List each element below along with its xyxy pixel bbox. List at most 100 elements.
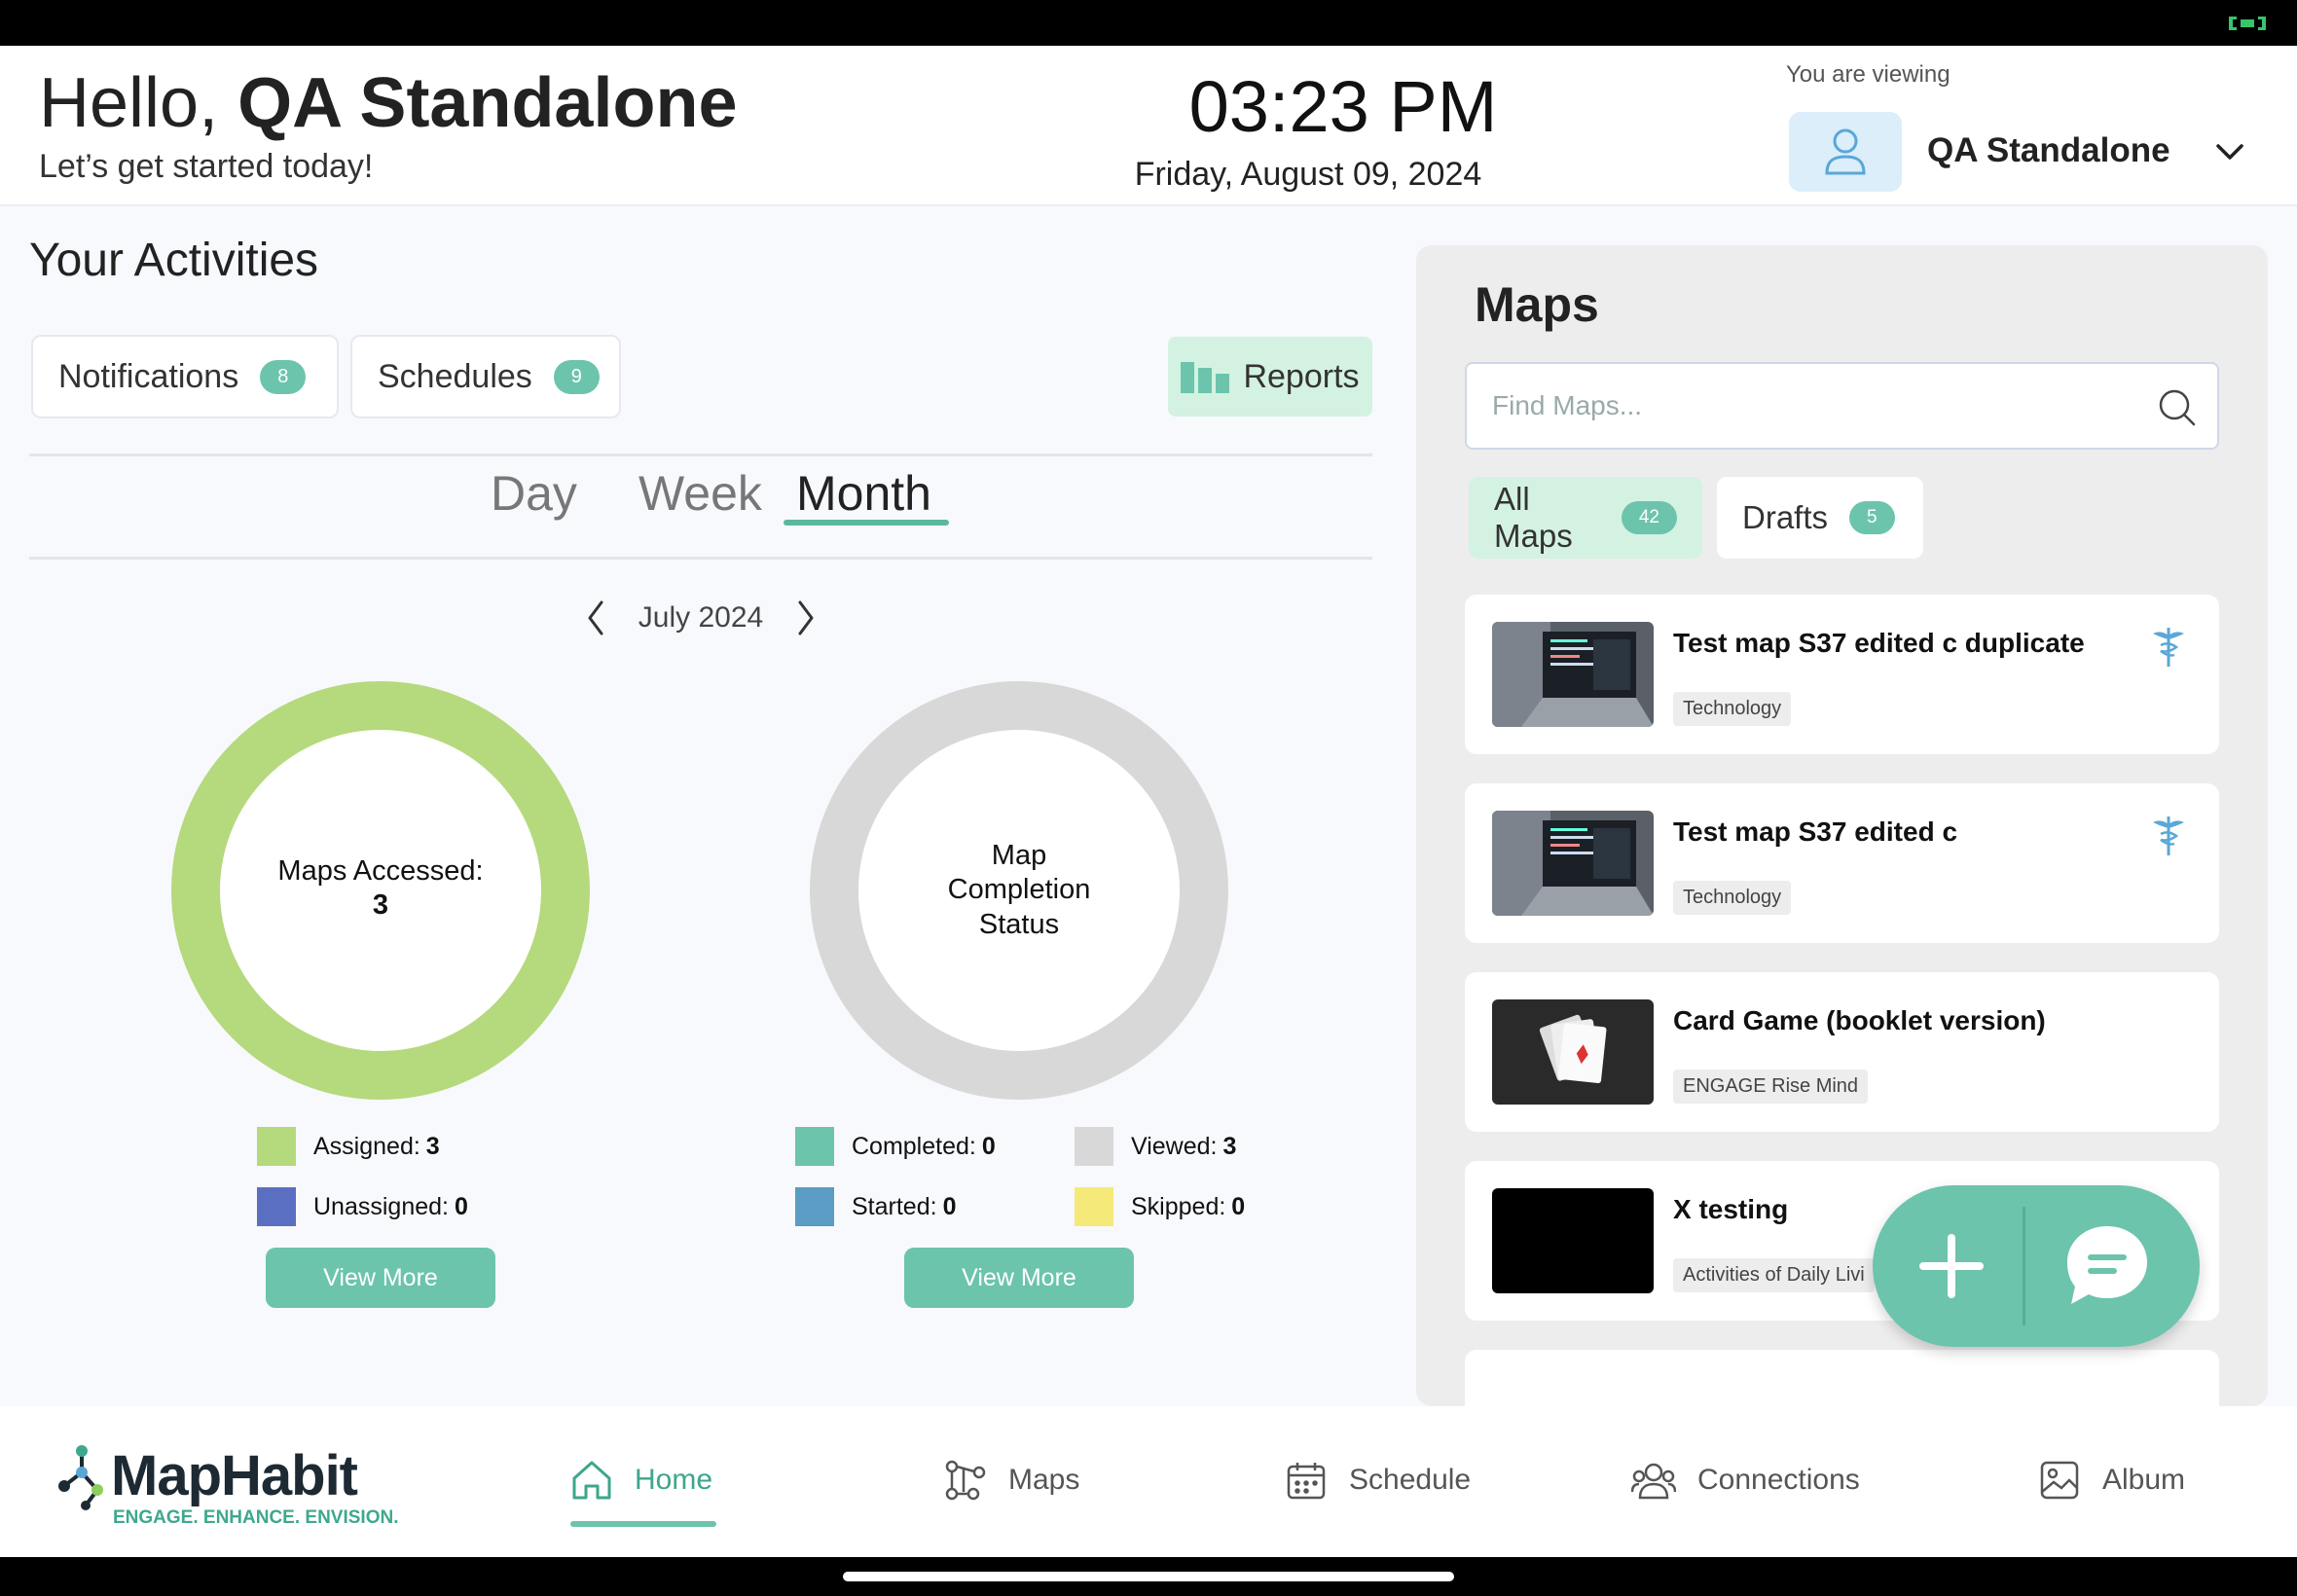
nav-maps[interactable]: Maps <box>944 1459 1079 1502</box>
legend-value: 0 <box>981 1132 996 1160</box>
logo-network-icon <box>58 1445 103 1510</box>
tab-drafts-label: Drafts <box>1742 499 1829 535</box>
search-icon[interactable] <box>2157 387 2198 428</box>
legend-completed: Completed: 0 <box>795 1127 996 1166</box>
nav-schedule[interactable]: Schedule <box>1285 1459 1471 1502</box>
active-nav-indicator <box>570 1521 716 1527</box>
maps-title: Maps <box>1475 277 1599 332</box>
schedules-chip[interactable]: Schedules 9 <box>350 335 621 418</box>
legend-swatch <box>1075 1187 1113 1226</box>
maps-icon <box>945 1460 986 1501</box>
view-more-button[interactable]: View More <box>904 1248 1134 1308</box>
legend-label: Viewed: <box>1131 1132 1218 1160</box>
map-card[interactable] <box>1465 1350 2219 1406</box>
map-thumbnail <box>1492 811 1654 916</box>
search-input[interactable]: Find Maps... <box>1465 362 2219 450</box>
notifications-label: Notifications <box>58 357 239 395</box>
month-navigator: July 2024 <box>584 594 818 642</box>
tab-week[interactable]: Week <box>638 465 762 522</box>
reports-label: Reports <box>1243 357 1360 395</box>
header: Hello, QA Standalone Let’s get started t… <box>0 46 2297 206</box>
map-card-tag: Activities of Daily Livi <box>1673 1258 1875 1292</box>
reports-button[interactable]: Reports <box>1168 337 1372 417</box>
map-card-tag: Technology <box>1673 692 1792 726</box>
maphabit-logo: MapHabit ENGAGE. ENHANCE. ENVISION. <box>56 1443 399 1528</box>
legend-value: 3 <box>1222 1132 1237 1160</box>
nav-home[interactable]: Home <box>570 1459 712 1502</box>
map-card-title: Test map S37 edited c duplicate <box>1673 628 2085 658</box>
map-card-tag: Technology <box>1673 881 1792 915</box>
brand-tagline: ENGAGE. ENHANCE. ENVISION. <box>113 1507 399 1528</box>
legend-assigned: Assigned: 3 <box>257 1127 440 1166</box>
calendar-icon <box>1287 1463 1326 1500</box>
search-placeholder: Find Maps... <box>1492 390 1643 420</box>
tab-day[interactable]: Day <box>491 465 577 522</box>
legend-label: Skipped: <box>1131 1192 1226 1220</box>
map-card-title: X testing <box>1673 1194 1789 1224</box>
legend-label: Completed: <box>852 1132 976 1160</box>
viewing-label: You are viewing <box>1786 61 1951 88</box>
drafts-count: 5 <box>1849 501 1895 534</box>
map-card[interactable]: Card Game (booklet version) ENGAGE Rise … <box>1465 972 2219 1132</box>
chevron-down-icon[interactable] <box>2211 133 2248 170</box>
chevron-left-icon[interactable] <box>584 598 607 637</box>
divider <box>29 453 1372 456</box>
plus-icon[interactable] <box>1919 1234 1984 1298</box>
divider <box>29 557 1372 560</box>
chevron-right-icon[interactable] <box>794 598 818 637</box>
nav-connections[interactable]: Connections <box>1631 1459 1860 1502</box>
completion-label-line: Completion <box>947 874 1091 906</box>
legend-skipped: Skipped: 0 <box>1075 1187 1245 1226</box>
image-icon <box>2040 1461 2079 1500</box>
nav-home-label: Home <box>635 1464 713 1496</box>
legend-swatch <box>1075 1127 1113 1166</box>
nav-album[interactable]: Album <box>2038 1459 2185 1502</box>
home-indicator[interactable] <box>843 1572 1454 1581</box>
user-icon <box>1825 128 1866 175</box>
notifications-count: 8 <box>260 359 307 394</box>
map-card[interactable]: Test map S37 edited c duplicate Technolo… <box>1465 595 2219 754</box>
tab-month[interactable]: Month <box>796 465 931 522</box>
greeting-subtitle: Let’s get started today! <box>39 148 374 185</box>
tab-all-maps[interactable]: All Maps 42 <box>1469 477 1702 559</box>
notifications-chip[interactable]: Notifications 8 <box>31 335 339 418</box>
maps-accessed-text: Maps Accessed: 3 <box>235 854 527 924</box>
legend-value: 0 <box>454 1192 468 1220</box>
current-date: Friday, August 09, 2024 <box>1134 156 1482 193</box>
active-tab-indicator <box>784 520 949 526</box>
bottom-nav: MapHabit ENGAGE. ENHANCE. ENVISION. Home… <box>0 1406 2297 1557</box>
legend-swatch <box>257 1127 296 1166</box>
completion-label-line: Map <box>991 840 1047 871</box>
schedules-count: 9 <box>553 359 600 394</box>
completion-label-line: Status <box>978 908 1060 940</box>
nav-schedule-label: Schedule <box>1349 1464 1472 1496</box>
activities-title: Your Activities <box>29 235 319 286</box>
month-label: July 2024 <box>638 601 764 634</box>
legend-viewed: Viewed: 3 <box>1075 1127 1236 1166</box>
legend-unassigned: Unassigned: 0 <box>257 1187 468 1226</box>
home-indicator-bar <box>0 1557 2297 1596</box>
chat-icon[interactable] <box>2061 1222 2153 1310</box>
legend-value: 0 <box>1231 1192 1246 1220</box>
tab-all-maps-label: All Maps <box>1494 481 1573 554</box>
legend-swatch <box>795 1187 834 1226</box>
tab-drafts[interactable]: Drafts 5 <box>1717 477 1923 559</box>
viewing-user-name[interactable]: QA Standalone <box>1927 131 2170 170</box>
legend-value: 3 <box>425 1132 440 1160</box>
legend-swatch <box>257 1187 296 1226</box>
caduceus-icon <box>2153 628 2184 667</box>
legend-started: Started: 0 <box>795 1187 956 1226</box>
view-more-button[interactable]: View More <box>266 1248 495 1308</box>
legend-label: Started: <box>852 1192 937 1220</box>
completion-status-text: Map Completion Status <box>873 839 1165 942</box>
battery-icon <box>2229 17 2266 30</box>
all-maps-count: 42 <box>1621 501 1677 534</box>
map-card-tag: ENGAGE Rise Mind <box>1673 1070 1869 1104</box>
legend-value: 0 <box>942 1192 957 1220</box>
home-icon <box>572 1461 611 1500</box>
avatar[interactable] <box>1789 112 1902 192</box>
brand-name: MapHabit <box>111 1444 358 1507</box>
current-time: 03:23 PM <box>1188 66 1498 147</box>
schedules-label: Schedules <box>378 357 532 395</box>
map-card[interactable]: Test map S37 edited c Technology <box>1465 783 2219 943</box>
